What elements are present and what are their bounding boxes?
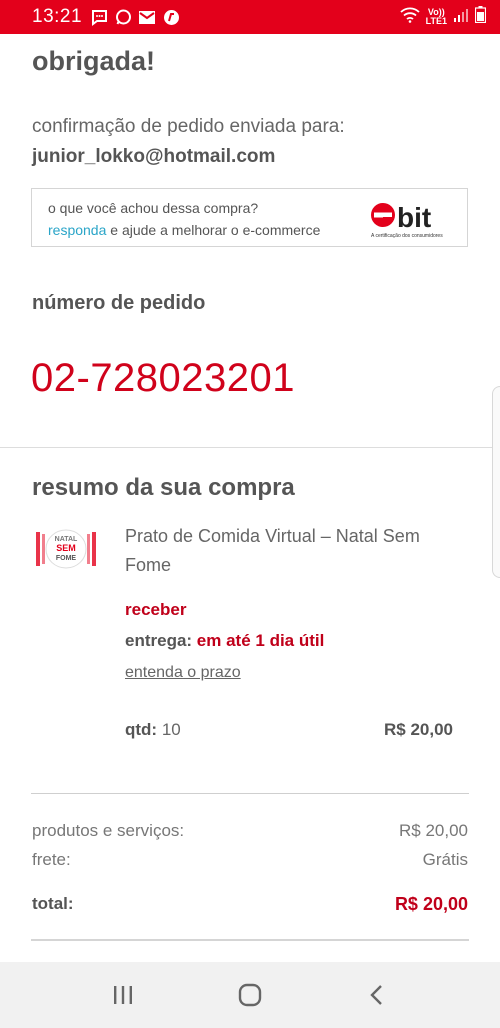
status-time: 13:21 <box>32 6 83 27</box>
thumb-text-1: NATAL <box>55 536 78 543</box>
notification-icons <box>90 8 180 26</box>
total-value: R$ 20,00 <box>394 894 468 914</box>
status-bar: 13:21 Vo)) LTE1 <box>0 0 500 34</box>
order-number: 02-728023201 <box>31 356 296 400</box>
signal-icon <box>453 8 469 27</box>
thumb-text-3: FOME <box>56 555 77 562</box>
ebit-logo-text: bit <box>397 202 431 233</box>
message-icon <box>90 8 108 26</box>
purchase-summary-title: resumo da sua compra <box>32 474 295 501</box>
scroll-handle[interactable] <box>492 386 500 578</box>
quantity: qtd: 10 <box>125 720 181 740</box>
confirmation-sent-label: confirmação de pedido enviada para: <box>32 116 345 137</box>
confirmation-email: junior_lokko@hotmail.com <box>32 146 276 167</box>
thumb-text-2: SEM <box>56 543 76 553</box>
recent-apps-icon <box>114 986 133 1004</box>
network-indicator: Vo)) LTE1 <box>426 8 447 26</box>
back-icon <box>369 985 382 1005</box>
products-value: R$ 20,00 <box>399 821 468 840</box>
gmail-icon <box>138 8 156 26</box>
recent-apps-button[interactable] <box>93 970 153 1020</box>
thank-you-heading: obrigada! <box>32 46 156 76</box>
ebit-call-to-action: responda e ajude a melhorar o e-commerce <box>48 222 320 238</box>
quantity-value: 10 <box>157 720 181 739</box>
whatsapp-icon <box>114 8 132 26</box>
delivery-label: entrega: <box>125 631 193 650</box>
understand-deadline-link[interactable]: entenda o prazo <box>125 664 241 682</box>
products-label: produtos e serviços: <box>32 821 185 840</box>
lte-label: LTE1 <box>425 16 447 26</box>
shipping-value: Grátis <box>422 850 468 869</box>
home-icon <box>238 983 262 1007</box>
order-number-label: número de pedido <box>32 292 206 314</box>
system-icons: Vo)) LTE1 <box>400 6 487 28</box>
ebit-cta-text: e ajude a melhorar o e-commerce <box>106 222 321 238</box>
receive-label: receber <box>125 600 187 619</box>
line-item-price: R$ 20,00 <box>384 720 453 739</box>
ebit-survey-banner[interactable]: o que você achou dessa compra? responda … <box>31 188 468 247</box>
product-name[interactable]: Prato de Comida Virtual – Natal Sem Fome <box>125 522 465 580</box>
ebit-respond-link[interactable]: responda <box>48 222 106 238</box>
home-button[interactable] <box>220 970 280 1020</box>
total-label: total: <box>32 894 74 913</box>
bottom-divider <box>31 939 469 941</box>
product-thumbnail: NATAL SEM FOME <box>34 526 98 572</box>
wifi-icon <box>400 7 420 28</box>
ebit-logo[interactable]: bit A certificação dos consumidores <box>369 195 453 239</box>
quantity-label: qtd: <box>125 720 158 739</box>
app-icon <box>162 8 180 26</box>
section-divider <box>0 447 500 448</box>
ebit-logo-subtext: A certificação dos consumidores <box>371 233 443 239</box>
battery-icon <box>474 6 487 28</box>
totals-divider <box>31 793 469 794</box>
shipping-label: frete: <box>32 850 71 869</box>
order-confirmation-page: obrigada! confirmação de pedido enviada … <box>0 34 500 962</box>
delivery-info: entrega: em até 1 dia útil <box>125 631 324 651</box>
delivery-value: em até 1 dia útil <box>192 631 325 650</box>
ebit-question: o que você achou dessa compra? <box>48 200 259 216</box>
back-button[interactable] <box>347 970 407 1020</box>
navigation-bar <box>0 962 500 1028</box>
